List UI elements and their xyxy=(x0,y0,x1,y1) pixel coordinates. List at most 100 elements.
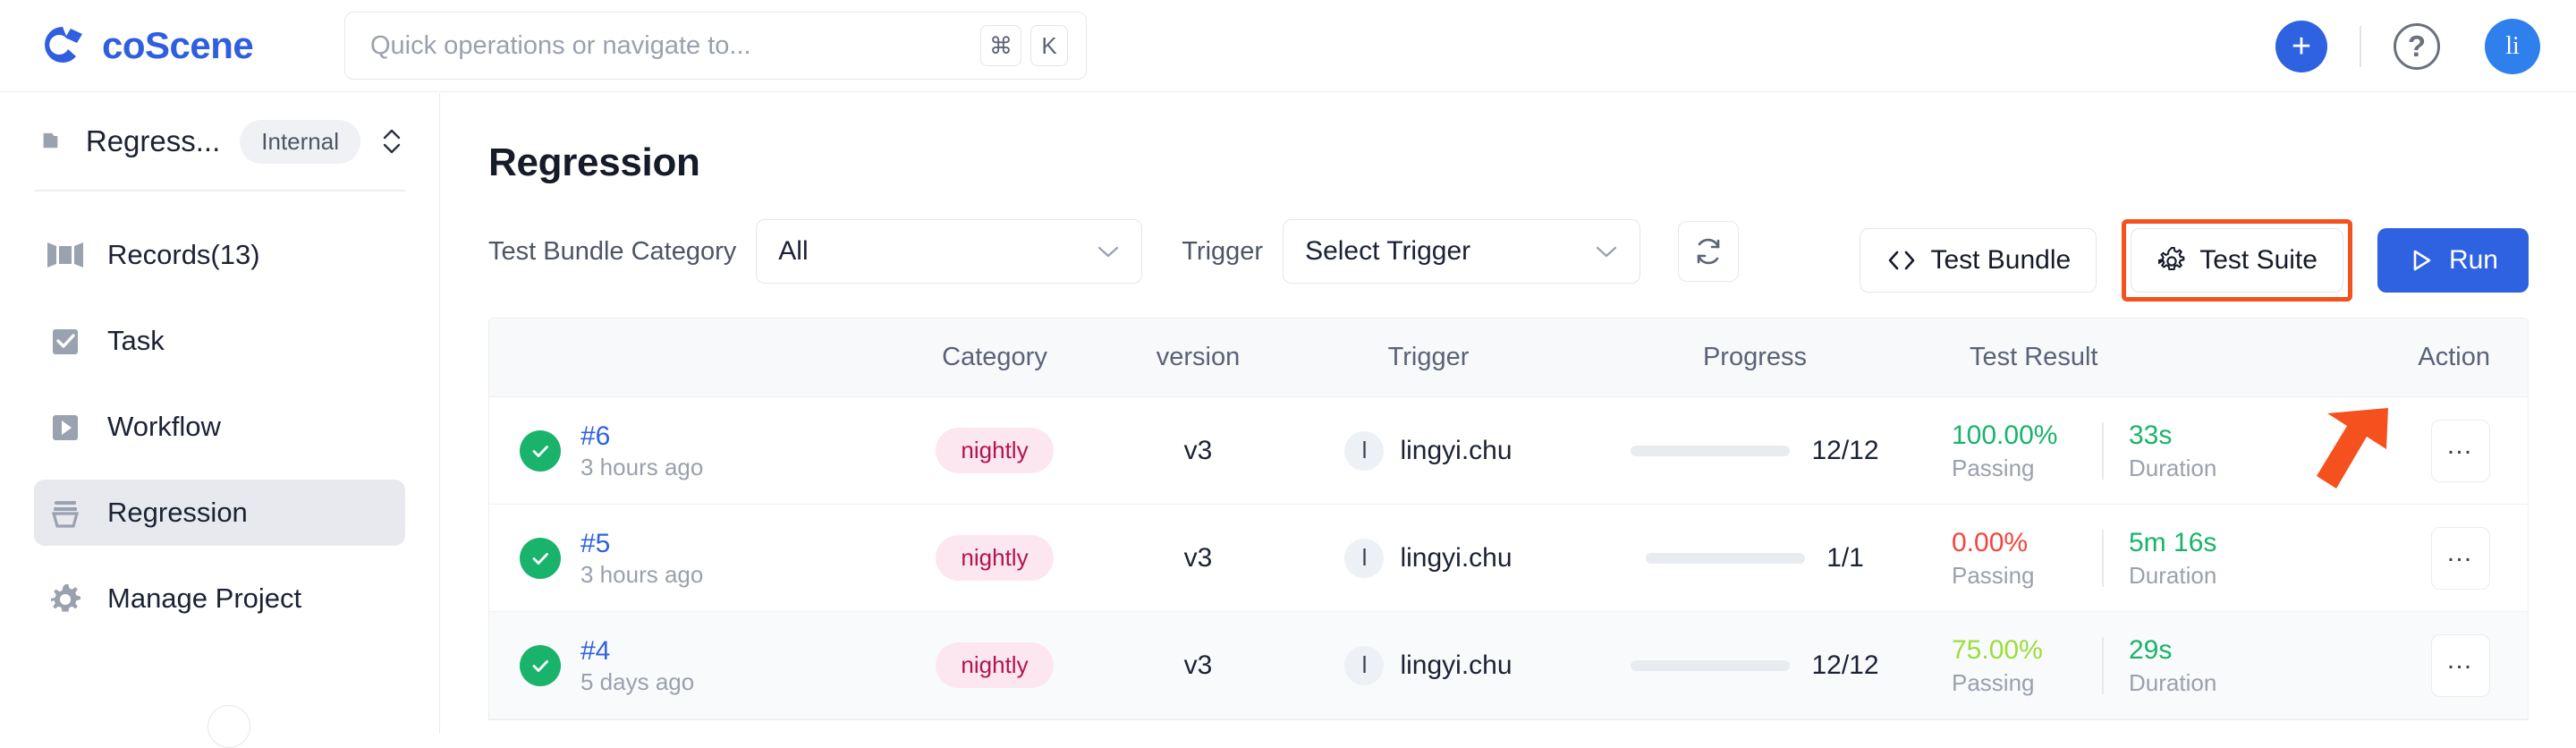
column-header-category: Category xyxy=(942,343,1047,371)
test-suite-highlight-box: Test Suite xyxy=(2122,219,2352,302)
sidebar-item-task[interactable]: Task xyxy=(34,308,405,374)
row-actions-button[interactable]: … xyxy=(2431,419,2490,482)
sidebar-item-label: Regression xyxy=(107,497,248,528)
progress-count: 1/1 xyxy=(1826,542,1864,573)
coscene-logo-icon xyxy=(45,27,82,63)
gear-icon xyxy=(45,578,86,619)
progress-count: 12/12 xyxy=(1811,650,1879,680)
category-select-value: All xyxy=(778,236,809,266)
records-icon xyxy=(45,234,86,276)
column-header-test-result: Test Result xyxy=(1970,343,2098,371)
sidebar-item-manage-project[interactable]: Manage Project xyxy=(34,565,405,632)
brand-logo[interactable]: coScene xyxy=(41,23,254,68)
task-check-icon xyxy=(45,320,86,361)
chevron-down-icon xyxy=(1098,246,1119,258)
run-timestamp: 3 hours ago xyxy=(580,453,704,480)
table-body: #6 3 hours ago nightly v3 l lingyi.chu 12/12 10… xyxy=(489,397,2528,719)
duration-value: 33s xyxy=(2129,420,2173,450)
duration-label: Duration xyxy=(2129,668,2217,696)
version-value: v3 xyxy=(1183,542,1213,573)
category-badge: nightly xyxy=(936,642,1054,688)
pass-label: Passing xyxy=(1952,668,2035,696)
avatar[interactable]: li xyxy=(2485,18,2540,74)
sidebar-item-workflow[interactable]: Workflow xyxy=(34,394,405,460)
test-bundle-label: Test Bundle xyxy=(1930,245,2072,275)
progress-bar xyxy=(1631,445,1791,456)
run-id-link[interactable]: #4 xyxy=(580,637,694,665)
search-shortcut: ⌘ K xyxy=(980,25,1068,66)
kbd-command-icon: ⌘ xyxy=(980,25,1021,66)
column-header-progress: Progress xyxy=(1702,343,1808,371)
search-input[interactable]: Quick operations or navigate to... ⌘ K xyxy=(344,12,1087,80)
table-row[interactable]: #6 3 hours ago nightly v3 l lingyi.chu 12/12 10… xyxy=(489,397,2528,505)
category-filter-label: Test Bundle Category xyxy=(488,236,737,266)
code-brackets-icon xyxy=(1889,251,1915,270)
sidebar: Regress... Internal Records(13) Task Wor… xyxy=(0,93,440,748)
pass-label: Passing xyxy=(1952,561,2035,589)
chevron-updown-icon[interactable] xyxy=(380,126,403,157)
run-label: Run xyxy=(2448,245,2498,275)
help-icon[interactable]: ? xyxy=(2394,22,2440,70)
header-actions: + ? li xyxy=(2275,0,2540,92)
progress-bar xyxy=(1646,552,1806,564)
table-row[interactable]: #4 5 days ago nightly v3 l lingyi.chu 12/12 75.… xyxy=(489,612,2528,719)
add-button[interactable]: + xyxy=(2275,20,2327,72)
run-timestamp: 3 hours ago xyxy=(580,560,704,588)
pass-percentage: 0.00% xyxy=(1952,527,2029,557)
project-selector[interactable]: Regress... Internal xyxy=(0,93,439,190)
duration-value: 29s xyxy=(2129,634,2173,665)
pass-label: Passing xyxy=(1952,454,2035,481)
page-title: Regression xyxy=(488,140,700,184)
category-select[interactable]: All xyxy=(756,219,1143,284)
category-badge: nightly xyxy=(936,428,1054,473)
duration-value: 5m 16s xyxy=(2129,527,2217,557)
version-value: v3 xyxy=(1183,650,1213,680)
gear-icon xyxy=(2158,246,2185,271)
status-success-icon xyxy=(520,429,561,472)
test-suite-button[interactable]: Test Suite xyxy=(2131,228,2343,293)
chevron-down-icon xyxy=(1596,246,1617,258)
play-icon xyxy=(2413,250,2431,271)
pass-percentage: 100.00% xyxy=(1952,420,2058,450)
refresh-button[interactable] xyxy=(1678,221,1740,282)
trigger-select-value: Select Trigger xyxy=(1305,236,1471,266)
run-timestamp: 5 days ago xyxy=(580,667,695,695)
main-content: Regression Test Bundle Category All Trig… xyxy=(441,93,2576,734)
trigger-avatar: l xyxy=(1344,645,1385,685)
test-bundle-button[interactable]: Test Bundle xyxy=(1860,228,2097,293)
trigger-avatar: l xyxy=(1344,538,1385,578)
table-header-row: Category version Trigger Progress Test R… xyxy=(489,319,2528,397)
status-success-icon xyxy=(520,537,561,579)
duration-label: Duration xyxy=(2129,454,2217,481)
trigger-user: lingyi.chu xyxy=(1400,650,1513,680)
filter-toolbar: Test Bundle Category All Trigger Select … xyxy=(488,219,2576,302)
workflow-play-icon xyxy=(45,406,86,447)
sidebar-item-label: Workflow xyxy=(107,411,221,442)
run-id-link[interactable]: #5 xyxy=(580,530,703,557)
header-divider xyxy=(2360,25,2361,67)
regression-stack-icon xyxy=(45,492,86,533)
status-success-icon xyxy=(520,644,561,686)
sidebar-item-label: Records(13) xyxy=(107,239,260,270)
row-actions-button[interactable]: … xyxy=(2431,526,2490,590)
trigger-select[interactable]: Select Trigger xyxy=(1283,219,1641,284)
sidebar-item-regression[interactable]: Regression xyxy=(34,480,405,546)
toolbar-actions: Test Bundle Test Suite Run xyxy=(1860,219,2529,302)
run-id-link[interactable]: #6 xyxy=(580,422,703,450)
duration-label: Duration xyxy=(2129,561,2217,589)
progress-bar xyxy=(1631,659,1791,671)
run-button[interactable]: Run xyxy=(2377,228,2529,293)
sidebar-item-records[interactable]: Records(13) xyxy=(34,222,405,288)
pass-percentage: 75.00% xyxy=(1952,634,2043,665)
table-row[interactable]: #5 3 hours ago nightly v3 l lingyi.chu 1/1 0.00… xyxy=(489,505,2528,612)
version-value: v3 xyxy=(1183,435,1213,465)
row-actions-button[interactable]: … xyxy=(2431,633,2490,697)
test-suite-label: Test Suite xyxy=(2199,245,2318,275)
sidebar-collapse-handle[interactable] xyxy=(208,705,250,748)
column-header-trigger: Trigger xyxy=(1387,343,1470,371)
column-header-action: Action xyxy=(2418,343,2490,371)
sidebar-item-label: Manage Project xyxy=(107,582,302,614)
progress-count: 12/12 xyxy=(1811,435,1879,465)
project-visibility-chip: Internal xyxy=(240,119,360,164)
trigger-user: lingyi.chu xyxy=(1400,542,1513,573)
